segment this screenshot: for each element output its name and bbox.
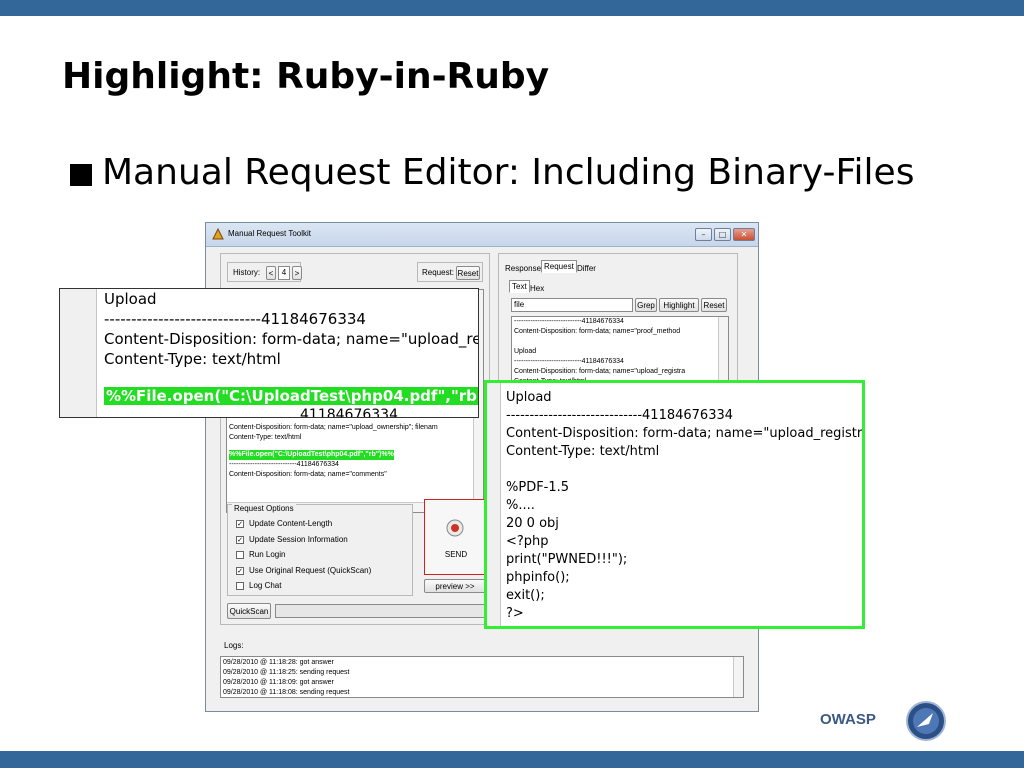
zoom-callout-result: Upload -----------------------------4118… [484,380,865,629]
history-index-field[interactable]: 4 [278,266,290,280]
owasp-logo-icon [906,701,946,741]
request-line: Content-Type: text/html [229,434,302,441]
option-label: Update Content-Length [249,519,333,528]
search-reset-button[interactable]: Reset [701,298,727,312]
request-line: Content-Disposition: form-data; name="co… [229,471,387,478]
request-options-title: Request Options [232,504,296,513]
log-entry: 09/28/2010 @ 11:18:09: got answer [223,679,334,686]
highlight-button[interactable]: Highlight [659,298,699,312]
request-options-group: Request Options ✓ Update Content-Length ✓… [227,504,413,596]
viewer-line: Content-Disposition: form-data; name="up… [514,368,686,375]
logs-scrollbar[interactable] [733,657,743,697]
send-label: SEND [444,550,468,559]
viewer-line: -----------------------------41184676334 [514,358,624,365]
request-label: Request: [422,268,455,277]
log-entry: 09/28/2010 @ 11:18:28: got answer [223,659,334,666]
close-button[interactable]: ✕ [733,228,755,241]
callout-line: Content-Type: text/html [104,350,281,368]
log-entry: 09/28/2010 @ 11:18:08: sending request [223,689,350,696]
quickscan-progress-bar [275,604,485,618]
option-update-content-length[interactable]: ✓ Update Content-Length [236,519,332,528]
result-line: %.... [506,498,535,513]
callout-line: Content-Disposition: form-data; name="up… [104,330,479,348]
option-log-chat[interactable]: Log Chat [236,581,281,590]
grep-button[interactable]: Grep [635,298,657,312]
result-line: -----------------------------41184676334 [506,408,734,423]
tab-hex[interactable]: Hex [530,284,544,293]
bullet-text: Manual Request Editor: Including Binary-… [102,152,915,193]
request-line: -----------------------------41184676334 [229,461,339,468]
window-title: Manual Request Toolkit [228,229,312,238]
ruby-highlight-line: %%File.open("C:\UploadTest\php04.pdf","r… [229,450,394,460]
option-run-login[interactable]: Run Login [236,550,285,559]
owasp-wordmark: OWASP [820,711,876,728]
tab-request[interactable]: Request [541,260,577,273]
zoom-callout-request: Upload -----------------------------4118… [59,288,479,418]
result-line: exit(); [506,588,545,603]
checkbox-checked-icon[interactable]: ✓ [236,535,244,544]
checkbox-checked-icon[interactable]: ✓ [236,566,244,575]
option-label: Log Chat [249,581,282,590]
viewer-line: Upload [514,348,537,355]
top-bar [0,0,1024,16]
viewer-line: -----------------------------41184676334 [514,318,624,325]
bullet-square-icon [70,163,92,186]
tab-differ[interactable]: Differ [577,264,596,273]
checkbox-unchecked-icon[interactable] [236,581,244,590]
option-update-session-information[interactable]: ✓ Update Session Information [236,535,348,544]
tab-text[interactable]: Text [509,280,530,293]
checkbox-unchecked-icon[interactable] [236,550,244,559]
request-reset-button[interactable]: Reset [456,266,480,280]
history-prev-button[interactable]: < [266,266,276,280]
window-titlebar[interactable]: Manual Request Toolkit – □ ✕ [206,223,758,247]
callout-line: -----------------------------41184676334 [104,310,366,328]
history-label: History: [233,268,261,277]
result-line: print("PWNED!!!"); [506,552,628,567]
result-line: <?php [506,534,549,549]
callout-line: 41184676334 [300,407,398,418]
viewer-line: Content-Disposition: form-data; name="pr… [514,328,681,335]
history-next-button[interactable]: > [292,266,302,280]
request-reset-group: Request: Reset [417,262,483,282]
slide-title: Highlight: Ruby-in-Ruby [62,56,550,97]
logs-area[interactable]: 09/28/2010 @ 11:18:28: got answer 09/28/… [220,656,744,698]
bullet-item: Manual Request Editor: Including Binary-… [70,152,914,193]
result-line: 20 0 obj [506,516,559,531]
result-line: Content-Disposition: form-data; name="up… [506,426,865,441]
quickscan-button[interactable]: QuickScan [227,603,271,619]
logs-label: Logs: [224,641,244,650]
option-label: Run Login [249,550,286,559]
callout-gutter [487,383,501,626]
result-line: %PDF-1.5 [506,480,570,495]
ruby-in-ruby-highlight: %%File.open("C:\UploadTest\php04.pdf","r… [104,387,478,405]
checkbox-checked-icon[interactable]: ✓ [236,519,244,528]
search-input[interactable]: file [511,298,633,312]
option-label: Update Session Information [249,535,348,544]
send-button[interactable]: SEND [424,499,486,575]
callout-line: Upload [104,290,157,308]
option-label: Use Original Request (QuickScan) [249,566,372,575]
callout-gutter [60,289,97,417]
bottom-bar [0,751,1024,768]
preview-button[interactable]: preview >> [424,579,486,593]
log-entry: 09/28/2010 @ 11:18:25: sending request [223,669,350,676]
tab-response[interactable]: Response [505,264,541,273]
result-line: ?> [506,606,524,621]
minimize-button[interactable]: – [695,228,712,241]
maximize-button[interactable]: □ [714,228,731,241]
result-line: Upload [506,390,552,405]
send-icon [446,519,464,537]
option-use-original-request[interactable]: ✓ Use Original Request (QuickScan) [236,566,371,575]
request-line: Content-Disposition: form-data; name="up… [229,424,438,431]
result-line: Content-Type: text/html [506,444,660,459]
history-group: History: < 4 > [227,262,302,282]
app-icon [212,228,224,240]
result-line: phpinfo(); [506,570,570,585]
